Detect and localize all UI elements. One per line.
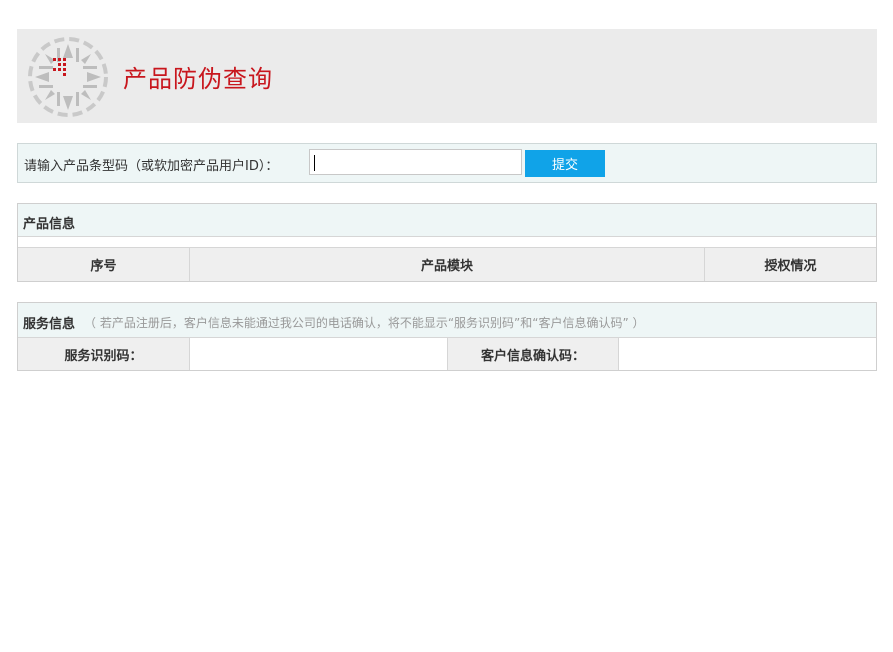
text-caret <box>314 155 315 171</box>
query-bar: 请输入产品条型码（或软加密产品用户ID）： 提交 <box>17 143 877 183</box>
confirm-code-value <box>619 338 876 370</box>
product-info-section: 产品信息 序号 产品模块 授权情况 <box>17 203 877 282</box>
service-info-header: 服务信息 （ 若产品注册后，客户信息未能通过我公司的电话确认，将不能显示“服务识… <box>18 303 876 338</box>
service-info-title: 服务信息 <box>23 317 76 332</box>
service-info-section: 服务信息 （ 若产品注册后，客户信息未能通过我公司的电话确认，将不能显示“服务识… <box>17 302 877 371</box>
column-header-index: 序号 <box>18 247 189 281</box>
service-code-value <box>190 338 447 370</box>
submit-button[interactable]: 提交 <box>525 150 605 177</box>
page-title: 产品防伪查询 <box>123 65 273 93</box>
confirm-code-label: 客户信息确认码： <box>448 338 618 370</box>
column-header-authorization: 授权情况 <box>705 247 876 281</box>
company-logo-icon <box>28 37 108 117</box>
page-header: 产品防伪查询 <box>17 29 877 123</box>
barcode-input[interactable] <box>309 149 522 175</box>
barcode-input-label: 请输入产品条型码（或软加密产品用户ID）： <box>24 159 279 174</box>
product-info-title: 产品信息 <box>23 217 76 232</box>
column-header-module: 产品模块 <box>190 247 704 281</box>
product-info-header: 产品信息 <box>18 204 876 237</box>
service-code-label: 服务识别码： <box>18 338 189 370</box>
service-info-note: （ 若产品注册后，客户信息未能通过我公司的电话确认，将不能显示“服务识别码”和“… <box>84 316 645 330</box>
